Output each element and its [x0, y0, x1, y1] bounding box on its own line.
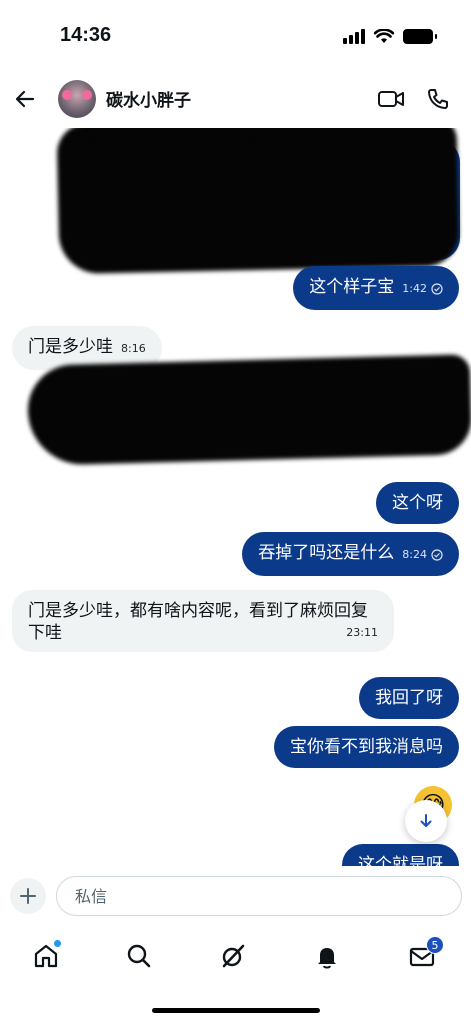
bottom-tab-bar: 5 — [0, 928, 471, 984]
message-text: 这个呀 — [392, 493, 443, 513]
back-button[interactable] — [10, 84, 40, 114]
avatar[interactable] — [58, 80, 96, 118]
read-check-icon — [431, 549, 443, 561]
message-text: 吞掉了吗还是什么 — [258, 543, 395, 563]
read-check-icon — [431, 283, 443, 295]
home-indicator — [152, 1008, 320, 1013]
grok-icon — [222, 944, 245, 968]
message-time: 8:16 — [121, 342, 146, 355]
message-bubble[interactable]: 吞掉了吗还是什么 8:24 — [242, 532, 459, 576]
message-time: 23:11 — [346, 626, 378, 639]
message-text: 我回了呀 — [375, 688, 443, 708]
redacted-area — [26, 354, 471, 466]
scroll-to-bottom-button[interactable] — [405, 800, 447, 842]
status-time: 14:36 — [60, 24, 112, 46]
message-composer — [0, 866, 471, 926]
tab-notifications[interactable] — [307, 936, 347, 976]
back-arrow-icon — [15, 90, 35, 108]
message-text: 这个就是呀 — [358, 855, 443, 866]
message-text: 下哇 — [28, 623, 62, 643]
unread-badge: 5 — [426, 936, 444, 954]
message-meta: 1:42 — [402, 278, 443, 300]
wifi-icon — [374, 28, 394, 43]
conversation-header: 碳水小胖子 — [0, 72, 471, 128]
video-call-icon — [378, 91, 404, 107]
dm-input[interactable] — [56, 876, 462, 916]
notification-dot — [54, 940, 61, 947]
message-bubble[interactable]: 宝你看不到我消息吗 — [274, 726, 459, 768]
scroll-down-icon — [420, 814, 432, 827]
status-bar: 14:36 — [0, 0, 471, 70]
message-list[interactable]: 这个样子宝 1:42 门是多少哇 8:16 这个呀 吞掉了吗还是什么 8:24 门是多… — [0, 128, 471, 866]
status-icons — [343, 28, 437, 44]
message-text: 宝你看不到我消息吗 — [290, 737, 443, 757]
message-bubble[interactable]: 这个样子宝 1:42 — [293, 266, 459, 310]
tab-search[interactable] — [119, 936, 159, 976]
plus-icon — [20, 888, 36, 904]
add-media-button[interactable] — [10, 878, 46, 914]
message-bubble[interactable]: 我回了呀 — [359, 677, 459, 719]
phone-call-icon — [428, 89, 448, 109]
message-text: 门是多少哇，都有啥内容呢，看到了麻烦回复 — [28, 601, 368, 621]
battery-icon — [403, 28, 437, 44]
video-call-button[interactable] — [376, 86, 406, 112]
contact-name[interactable]: 碳水小胖子 — [106, 86, 191, 111]
message-text: 这个样子宝 — [309, 277, 395, 297]
message-meta: 8:16 — [121, 338, 146, 360]
tab-grok[interactable] — [213, 936, 253, 976]
message-bubble[interactable]: 这个就是呀 — [342, 844, 459, 866]
message-meta: 8:24 — [402, 544, 443, 566]
bell-icon — [318, 948, 336, 969]
message-bubble[interactable]: 门是多少哇，都有啥内容呢，看到了麻烦回复 下哇 23:11 — [12, 590, 394, 652]
tab-messages[interactable]: 5 — [402, 936, 444, 976]
redacted-area — [92, 128, 252, 154]
message-time: 1:42 — [402, 282, 427, 295]
cellular-signal-icon — [343, 28, 365, 44]
phone-call-button[interactable] — [424, 85, 452, 113]
tab-home[interactable] — [26, 936, 66, 976]
message-text: 门是多少哇 — [28, 337, 113, 357]
search-icon — [127, 944, 151, 968]
message-time: 8:24 — [402, 548, 427, 561]
message-bubble[interactable]: 这个呀 — [376, 482, 459, 524]
